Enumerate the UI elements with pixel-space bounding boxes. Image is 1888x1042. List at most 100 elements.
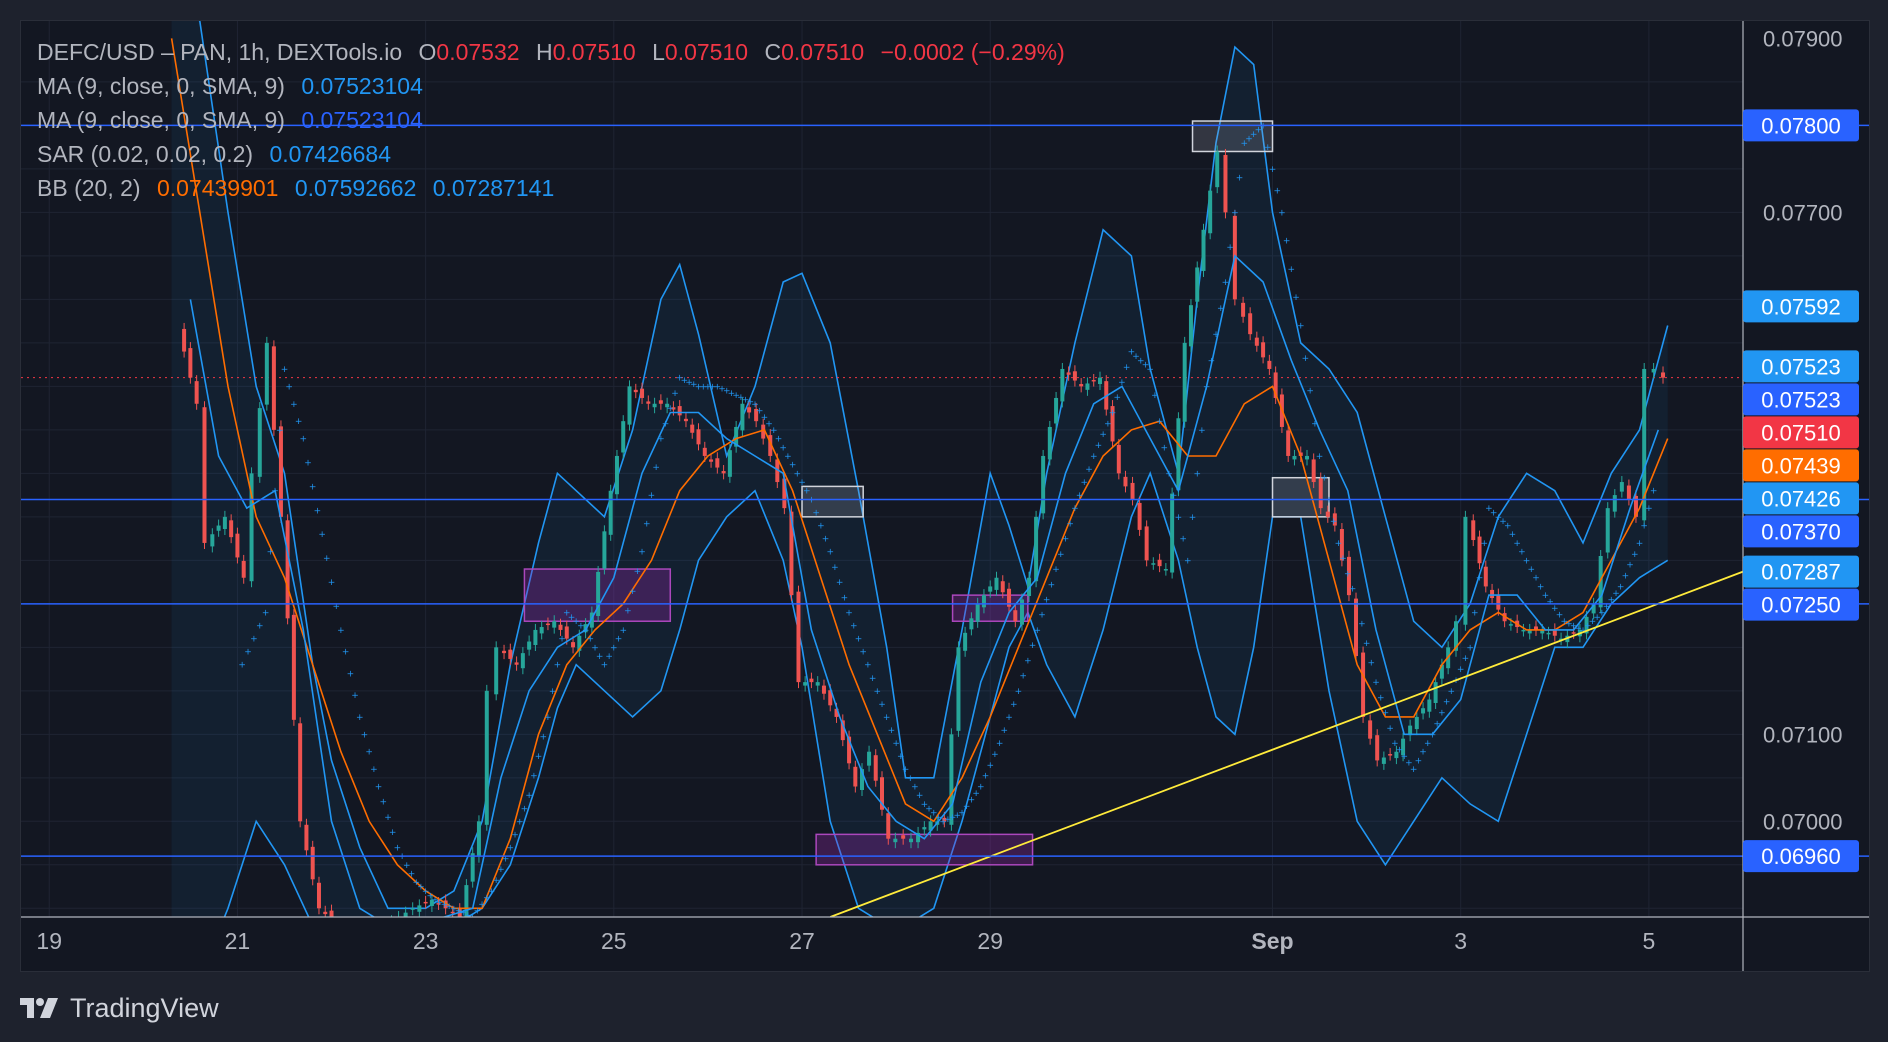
candle-body [342, 929, 346, 931]
sar-dot: + [250, 635, 258, 645]
candle-body [1267, 360, 1272, 369]
candle-body [1471, 520, 1476, 541]
sar-dot: + [662, 419, 670, 429]
sar-dot: + [883, 713, 891, 723]
sar-dot: + [859, 648, 867, 658]
candle-body [494, 647, 499, 695]
chart-frame: + + + + + + + + + + + + + + + + + + + + + + + + + + + + + + + + + + + + + + + +… [20, 20, 1870, 972]
candle-body [621, 421, 626, 453]
time-tick-label: 23 [413, 928, 439, 954]
sar-dot: + [638, 548, 646, 558]
candle-body [484, 690, 489, 825]
candle-body [1490, 589, 1495, 599]
candle-body [470, 853, 475, 882]
candle-body [310, 846, 315, 880]
sar-dot: + [1410, 765, 1418, 775]
candle-body [1261, 342, 1266, 358]
sar-dot: + [535, 752, 543, 762]
legend-ma2-row[interactable]: MA (9, close, 0, SMA, 9) 0.07523104 [37, 103, 1065, 137]
sar-dot: + [1019, 672, 1027, 682]
sar-dot: + [1099, 430, 1107, 440]
candle-body [1151, 563, 1156, 565]
candle-body [988, 586, 993, 592]
candle-body [1305, 455, 1310, 460]
candle-body [558, 624, 563, 630]
sar-dot: + [841, 593, 849, 603]
candle-body [1254, 337, 1259, 346]
sar-dot: + [1193, 469, 1201, 479]
candle-body [1188, 305, 1193, 347]
candle-body [271, 346, 276, 430]
price-label-text: 0.07510 [1761, 420, 1841, 445]
price-label-text: 0.06960 [1761, 844, 1841, 869]
candle-body [709, 459, 714, 462]
time-tick-label: 21 [225, 928, 251, 954]
sar-dot: + [1085, 465, 1093, 475]
sar-dot: + [1419, 748, 1427, 758]
sar-dot: + [285, 382, 293, 392]
sar-dot: + [1161, 443, 1169, 453]
tradingview-logo[interactable]: TradingView [20, 990, 219, 1026]
sar-dot: + [281, 365, 289, 375]
sar-dot: + [812, 508, 820, 518]
sar-dot: + [1081, 478, 1089, 488]
sar-dot: + [1424, 739, 1432, 749]
sar-dot: + [1118, 378, 1126, 388]
candle-body [257, 408, 262, 477]
sar-dot: + [1005, 713, 1013, 723]
sar-dot: + [1151, 391, 1159, 401]
candle-body [1325, 511, 1330, 517]
sar-dot: + [855, 635, 863, 645]
sar-dot: + [610, 643, 618, 653]
sar-dot: + [1344, 569, 1352, 579]
legend-sar-label: SAR (0.02, 0.02, 0.2) [37, 141, 254, 167]
candle-body [727, 450, 732, 477]
sar-dot: + [1222, 278, 1230, 288]
sar-dot: + [1448, 687, 1456, 697]
candle-body [1137, 502, 1142, 530]
sar-dot: + [1353, 600, 1361, 610]
legend-ma1-row[interactable]: MA (9, close, 0, SMA, 9) 0.07523104 [37, 69, 1065, 103]
candle-body [867, 751, 872, 766]
sar-dot: + [323, 554, 331, 564]
candle-body [1079, 384, 1084, 387]
legend-close-value: 0.07510 [781, 39, 865, 65]
sar-dot: + [238, 661, 246, 671]
candle-body [963, 632, 968, 651]
candle-body [264, 342, 269, 405]
sar-dot: + [1048, 580, 1056, 590]
sar-dot: + [845, 609, 853, 619]
candle-body [241, 560, 246, 578]
sar-dot: + [1335, 539, 1343, 549]
candle-body [210, 534, 215, 547]
sar-dot: + [850, 622, 858, 632]
sar-dot: + [1288, 265, 1296, 275]
candle-body [602, 531, 607, 569]
sar-dot: + [256, 622, 264, 632]
price-label-text: 0.07592 [1761, 294, 1841, 319]
price-label-text: 0.07523 [1761, 387, 1841, 412]
time-tick-label: 25 [601, 928, 627, 954]
candle-body [1414, 716, 1419, 730]
sar-dot: + [497, 865, 505, 875]
sar-dot: + [1024, 656, 1032, 666]
sar-dot: + [1175, 513, 1183, 523]
price-label-text: 0.07800 [1761, 113, 1841, 138]
legend-sar-row[interactable]: SAR (0.02, 0.02, 0.2) 0.07426684 [37, 137, 1065, 171]
sar-dot: + [1368, 659, 1376, 669]
sar-dot: + [1636, 539, 1644, 549]
sar-dot: + [318, 530, 326, 540]
sar-dot: + [309, 482, 317, 492]
sar-dot: + [375, 783, 383, 793]
candle-body [901, 835, 906, 839]
sar-dot: + [521, 804, 529, 814]
price-label-text: 0.07250 [1761, 593, 1841, 618]
candle-body [1463, 516, 1468, 625]
candle-body [702, 447, 707, 456]
sar-dot: + [554, 661, 562, 671]
candle-body [348, 925, 352, 931]
candle-body [520, 653, 525, 669]
legend-bb-row[interactable]: BB (20, 2) 0.07439901 0.07592662 0.07287… [37, 171, 1065, 205]
candle-body [298, 723, 303, 822]
candle-body [329, 910, 334, 917]
